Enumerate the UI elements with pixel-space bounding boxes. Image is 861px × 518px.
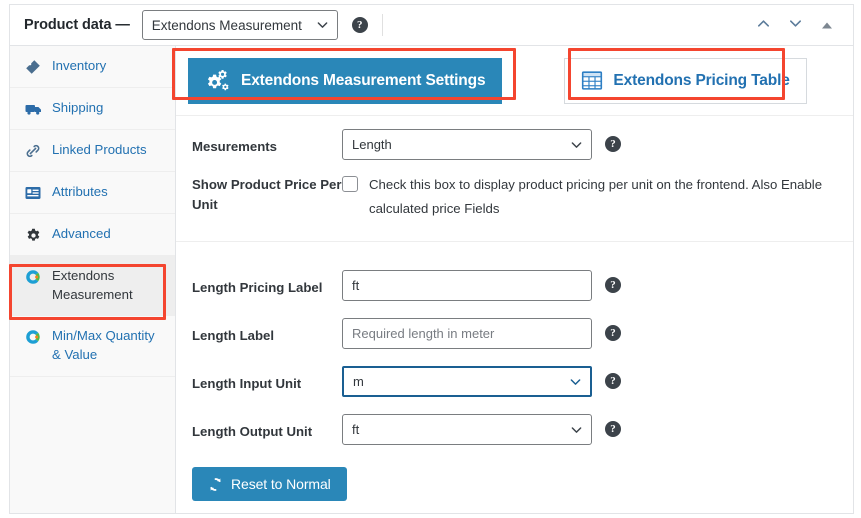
tab-label: Extendons Pricing Table xyxy=(613,71,790,89)
length-label-control-group: Required length in meter ? xyxy=(342,318,841,349)
field-row-reset: Reset to Normal xyxy=(176,445,853,501)
help-circle-icon[interactable]: ? xyxy=(351,17,368,33)
subtab-bar: Extendons Measurement Settings Extendons… xyxy=(176,46,853,116)
measurements-select[interactable]: Length xyxy=(342,129,592,160)
help-circle-icon[interactable]: ? xyxy=(605,421,621,437)
sidebar-item-linked-products[interactable]: Linked Products xyxy=(10,130,175,172)
length-label-label: Length Label xyxy=(192,328,275,343)
move-down-button[interactable] xyxy=(785,15,805,35)
sidebar-item-min-max-quantity-value[interactable]: Min/Max Quantity & Value xyxy=(10,316,175,377)
reset-to-normal-button[interactable]: Reset to Normal xyxy=(192,467,347,501)
help-circle-icon[interactable]: ? xyxy=(605,325,621,341)
reset-button-label: Reset to Normal xyxy=(231,476,331,492)
truck-icon xyxy=(24,100,42,118)
chevron-up-icon xyxy=(756,16,771,34)
sidebar-item-label: Advanced xyxy=(52,226,111,241)
extendons-logo-icon xyxy=(24,328,42,346)
measurements-control-group: Length ? xyxy=(342,129,841,160)
table-grid-icon xyxy=(581,70,603,91)
length-output-unit-value: ft xyxy=(352,422,360,437)
length-label-input[interactable]: Required length in meter xyxy=(342,318,592,349)
link-icon xyxy=(24,142,42,160)
show-price-per-unit-description: Check this box to display product pricin… xyxy=(369,177,823,216)
length-input-unit-value: m xyxy=(353,374,364,389)
tab-extendons-measurement-settings[interactable]: Extendons Measurement Settings xyxy=(188,57,503,104)
length-input-unit-select[interactable]: m xyxy=(342,366,592,397)
help-circle-icon[interactable]: ? xyxy=(605,277,621,293)
sidebar-item-attributes[interactable]: Attributes xyxy=(10,172,175,214)
sidebar-item-shipping[interactable]: Shipping xyxy=(10,88,175,130)
chevron-down-icon xyxy=(571,139,582,150)
help-circle-icon[interactable]: ? xyxy=(605,136,621,152)
inventory-tag-icon xyxy=(24,58,42,76)
chevron-down-icon xyxy=(788,16,803,34)
triangle-up-icon xyxy=(821,18,833,33)
length-label-placeholder: Required length in meter xyxy=(352,326,495,341)
header-divider xyxy=(381,14,383,36)
sidebar-item-label: Min/Max Quantity & Value xyxy=(52,328,155,363)
show-price-per-unit-label: Show Product Price Per Unit xyxy=(192,177,342,213)
chevron-down-icon xyxy=(317,20,328,31)
length-pricing-label-control-group: ft ? xyxy=(342,270,841,301)
sidebar-item-label: Attributes xyxy=(52,184,108,199)
measurements-label: Mesurements xyxy=(192,139,278,154)
collapse-panel-button[interactable] xyxy=(817,15,837,35)
length-output-unit-label: Length Output Unit xyxy=(192,424,313,439)
length-pricing-label-label: Length Pricing Label xyxy=(192,280,323,295)
show-price-per-unit-control-group: Check this box to display product pricin… xyxy=(342,173,841,220)
extendons-logo-icon xyxy=(24,268,42,286)
sidebar-item-label: Linked Products xyxy=(52,142,147,157)
length-input-unit-label: Length Input Unit xyxy=(192,376,302,391)
field-row-length-output-unit: Length Output Unit ft ? xyxy=(176,397,853,445)
length-output-unit-select[interactable]: ft xyxy=(342,414,592,445)
attributes-list-icon xyxy=(24,184,42,202)
section-bottom-space xyxy=(176,220,853,241)
product-type-value: Extendons Measurement xyxy=(151,17,302,33)
product-type-select[interactable]: Extendons Measurement xyxy=(141,10,338,40)
chevron-down-icon xyxy=(570,376,581,387)
refresh-icon xyxy=(208,477,223,492)
sidebar-item-label: Extendons Measurement xyxy=(52,268,133,302)
field-row-show-price-per-unit: Show Product Price Per Unit Check this b… xyxy=(176,160,853,220)
product-data-tabs-sidebar: Inventory Shipping Linked Products Attri… xyxy=(10,46,176,513)
panel-body: Inventory Shipping Linked Products Attri… xyxy=(9,46,854,514)
sidebar-item-advanced[interactable]: Advanced xyxy=(10,214,175,256)
panel-header-actions xyxy=(753,15,843,35)
tab-label: Extendons Measurement Settings xyxy=(241,71,486,89)
sidebar-item-extendons-measurement[interactable]: Extendons Measurement xyxy=(10,256,175,317)
length-output-unit-control-group: ft ? xyxy=(342,414,841,445)
field-row-measurements: Mesurements Length ? xyxy=(176,116,853,160)
sidebar-item-inventory[interactable]: Inventory xyxy=(10,46,175,88)
measurements-value: Length xyxy=(352,137,392,152)
field-row-length-label: Length Label Required length in meter ? xyxy=(176,301,853,349)
field-row-length-input-unit: Length Input Unit m ? xyxy=(176,349,853,397)
field-row-length-pricing-label: Length Pricing Label ft ? xyxy=(176,242,853,301)
show-price-per-unit-checkbox[interactable] xyxy=(342,176,358,192)
gear-icon xyxy=(24,226,42,244)
panel-header: Product data — Extendons Measurement ? xyxy=(9,4,854,46)
product-data-panel: Product data — Extendons Measurement ? I… xyxy=(0,0,861,518)
move-up-button[interactable] xyxy=(753,15,773,35)
page-title: Product data — xyxy=(24,17,130,33)
tab-content-extendons-measurement: Extendons Measurement Settings Extendons… xyxy=(176,46,853,513)
gears-icon xyxy=(205,69,231,93)
sidebar-item-label: Shipping xyxy=(52,100,104,115)
length-input-unit-control-group: m ? xyxy=(342,366,841,397)
help-circle-icon[interactable]: ? xyxy=(605,373,621,389)
tab-extendons-pricing-table[interactable]: Extendons Pricing Table xyxy=(564,57,807,104)
length-pricing-label-input[interactable]: ft xyxy=(342,270,592,301)
settings-form: Mesurements Length ? Show Product Price … xyxy=(176,116,853,501)
length-pricing-label-value: ft xyxy=(352,278,360,293)
sidebar-item-label: Inventory xyxy=(52,58,107,73)
chevron-down-icon xyxy=(571,424,582,435)
